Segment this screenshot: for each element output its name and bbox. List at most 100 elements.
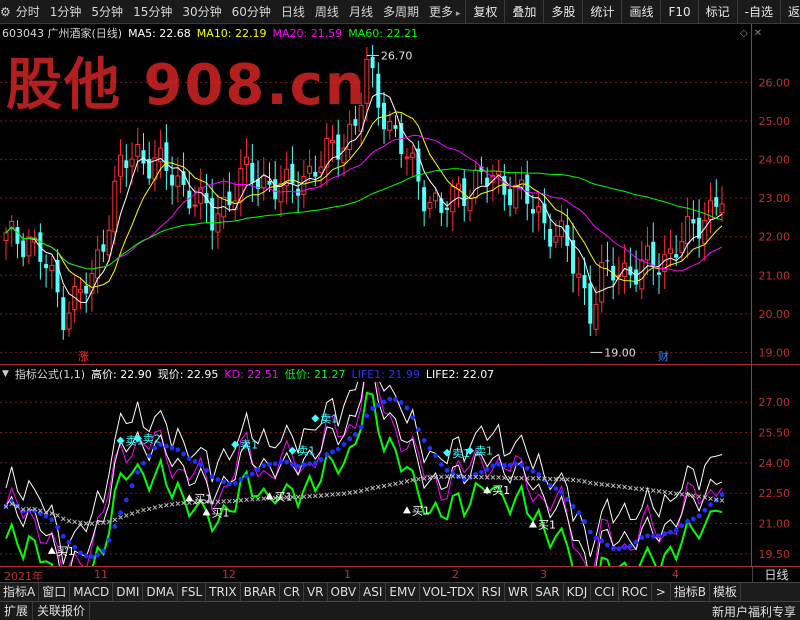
time-label-jan: 1: [344, 568, 351, 581]
tab-vr[interactable]: VR: [304, 582, 328, 602]
life1-dot: [479, 469, 484, 475]
candle-body: [467, 197, 473, 212]
life2-cross: [152, 505, 158, 510]
life2-cross: [582, 479, 587, 484]
candle: [84, 272, 89, 313]
life2-cross: [576, 478, 582, 483]
candle-body: [347, 123, 353, 150]
period-more[interactable]: 更多: [424, 0, 465, 24]
chevron-down-icon[interactable]: ▼: [2, 369, 9, 379]
multi-stock-button[interactable]: 多股: [543, 0, 582, 24]
tab-indicator-b[interactable]: 指标B: [671, 582, 711, 602]
life2-cross: [398, 480, 404, 486]
tab-dmi[interactable]: DMI: [113, 582, 144, 602]
draw-line-button[interactable]: 画线: [621, 0, 660, 24]
life2-cross: [639, 486, 645, 492]
period-1min[interactable]: 1分钟: [45, 0, 87, 24]
candle: [250, 143, 255, 203]
tab-fsl[interactable]: FSL: [178, 582, 207, 602]
life2-cross: [164, 502, 169, 508]
buy-signal-marker: [47, 546, 56, 554]
period-5min[interactable]: 5分钟: [86, 0, 128, 24]
candle-body: [44, 264, 49, 269]
candle-body: [679, 241, 685, 253]
life2-cross: [627, 485, 633, 491]
period-label[interactable]: 日线: [752, 567, 800, 583]
life2-value: LIFE2: 22.07: [425, 367, 495, 381]
tab-emv[interactable]: EMV: [386, 582, 420, 602]
life1-dot: [553, 486, 559, 492]
gear-icon[interactable]: ⚙: [0, 0, 11, 24]
life1-dot: [118, 510, 123, 516]
tab-trix[interactable]: TRIX: [206, 582, 241, 602]
new-user-promo-link[interactable]: 新用户福利专享: [708, 603, 800, 620]
period-daily[interactable]: 日线: [276, 0, 310, 24]
remove-watchlist-button[interactable]: -自选: [736, 0, 780, 24]
tab-kdj[interactable]: KDJ: [564, 582, 592, 602]
candle-body: [525, 174, 530, 204]
candle-body: [393, 125, 398, 129]
tab-template[interactable]: 模板: [710, 582, 742, 602]
expand-button[interactable]: 扩展: [0, 601, 34, 620]
life1-dot: [341, 441, 347, 447]
life2-cross: [536, 476, 542, 481]
tab-wr[interactable]: WR: [505, 582, 533, 602]
candle-body: [210, 198, 215, 231]
life1-dot: [89, 554, 95, 560]
life1-dot: [393, 397, 398, 402]
tab-vol-tdx[interactable]: VOL-TDX: [420, 582, 479, 602]
tab-brar[interactable]: BRAR: [241, 582, 281, 602]
tab-indicator-a[interactable]: 指标A: [0, 582, 40, 602]
candle: [674, 234, 679, 266]
tab-window[interactable]: 窗口: [39, 582, 71, 602]
life2-cross: [696, 494, 702, 499]
overlay-button[interactable]: 叠加: [504, 0, 543, 24]
life1-dot: [358, 424, 364, 430]
tab-rsi[interactable]: RSI: [479, 582, 506, 602]
life2-cross: [312, 493, 318, 499]
candle: [382, 91, 387, 144]
tab-cci[interactable]: CCI: [591, 582, 619, 602]
indicator-name[interactable]: 指标公式(1,1): [15, 366, 85, 382]
period-60min[interactable]: 60分钟: [227, 0, 276, 24]
diamond-icon[interactable]: ◇: [740, 28, 748, 39]
candle-body: [530, 208, 535, 214]
tab-asi[interactable]: ASI: [360, 582, 387, 602]
tab-dma[interactable]: DMA: [143, 582, 179, 602]
close-icon[interactable]: ✕: [754, 28, 762, 39]
period-15min[interactable]: 15分钟: [128, 0, 177, 24]
life2-cross: [719, 498, 725, 503]
restore-rights-button[interactable]: 复权: [465, 0, 504, 24]
tab-macd[interactable]: MACD: [70, 582, 114, 602]
related-quote-button[interactable]: 关联报价: [33, 601, 91, 620]
back-button[interactable]: 返回: [779, 0, 800, 24]
candle: [66, 301, 72, 337]
period-multi[interactable]: 多周期: [378, 0, 424, 24]
tab-sar[interactable]: SAR: [532, 582, 564, 602]
life2-cross: [238, 498, 244, 503]
life1-dot: [593, 535, 599, 541]
period-30min[interactable]: 30分钟: [177, 0, 226, 24]
tab-obv[interactable]: OBV: [328, 582, 361, 602]
tab-cr[interactable]: CR: [280, 582, 304, 602]
mark-button[interactable]: 标记: [697, 0, 737, 24]
life2-cross: [72, 519, 78, 525]
life1-dot: [318, 457, 324, 462]
statistics-button[interactable]: 统计: [582, 0, 621, 24]
chevron-right-icon[interactable]: >: [652, 582, 671, 602]
candle-body: [719, 203, 725, 214]
period-minute-chart[interactable]: 分时: [11, 0, 45, 24]
life1-dot: [421, 438, 427, 443]
life1-dot: [186, 456, 192, 462]
indicator-tick-label: 19.50: [759, 548, 791, 561]
life1-dot: [438, 462, 444, 467]
period-monthly[interactable]: 月线: [344, 0, 378, 24]
indicator-chart[interactable]: 27.0025.5024.0022.5021.0019.50买1买1买1买1买1…: [0, 382, 800, 566]
life1-dot: [335, 446, 341, 452]
tab-roc[interactable]: ROC: [619, 582, 652, 602]
candle-body: [645, 245, 651, 261]
f10-button[interactable]: F10: [660, 0, 697, 24]
candle-body: [101, 244, 106, 252]
period-weekly[interactable]: 周线: [310, 0, 344, 24]
candle: [61, 286, 66, 340]
